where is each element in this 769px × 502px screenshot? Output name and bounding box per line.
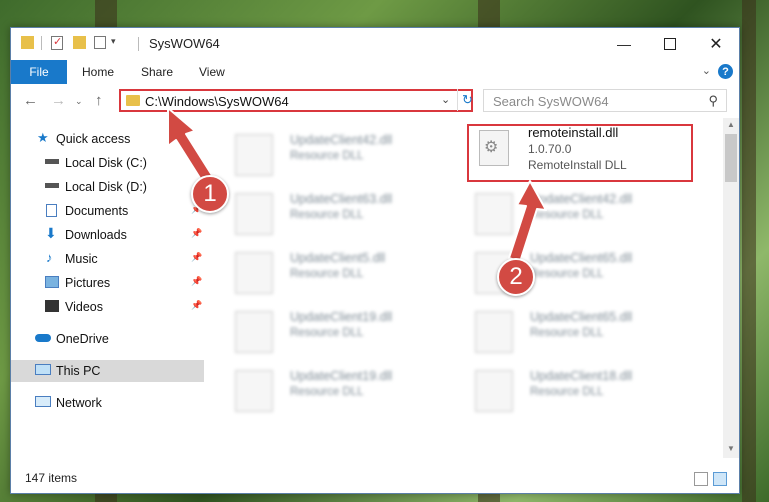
tab-share[interactable]: Share [141, 65, 173, 79]
pin-icon[interactable]: 📌 [191, 156, 202, 167]
expand-ribbon-icon[interactable]: ⌄ [702, 64, 711, 77]
callout-2: 2 [497, 258, 535, 296]
tab-file[interactable]: File [11, 60, 67, 84]
ribbon-tabs: File Home Share View ⌄ ? [11, 60, 739, 85]
drive-icon [45, 159, 59, 164]
recent-locations-icon[interactable]: ⌄ [75, 96, 83, 107]
dll-file-icon [235, 193, 273, 235]
close-button[interactable]: ✕ [693, 28, 739, 60]
drive-icon [45, 183, 59, 188]
file-item[interactable]: UpdateClient63.dll Resource DLL [225, 185, 445, 235]
dll-file-icon [235, 134, 273, 176]
documents-icon [46, 204, 57, 217]
sidebar-item-downloads[interactable]: ⬇ Downloads 📌 [11, 224, 204, 246]
status-bar: 147 items [11, 465, 739, 493]
highlight-box [467, 124, 693, 182]
pictures-icon [45, 276, 59, 288]
background-tree [742, 0, 756, 502]
dll-file-icon [235, 311, 273, 353]
sidebar-item-onedrive[interactable]: OneDrive [11, 328, 204, 350]
address-text[interactable]: C:\Windows\SysWOW64 [145, 94, 289, 109]
file-item[interactable]: UpdateClient65.dll Resource DLL [465, 303, 685, 353]
folder-icon [126, 95, 140, 106]
sidebar-item-network[interactable]: Network [11, 392, 204, 414]
file-item[interactable]: UpdateClient19.dll Resource DLL [225, 362, 445, 412]
close-icon: ✕ [709, 36, 723, 53]
pin-icon[interactable]: 📌 [191, 276, 202, 287]
help-icon[interactable]: ? [718, 64, 733, 79]
maximize-button[interactable] [647, 28, 693, 60]
customize-toolbar-icon[interactable] [94, 36, 106, 49]
file-item[interactable]: UpdateClient5.dll Resource DLL [225, 244, 445, 294]
file-item[interactable]: UpdateClient42.dll Resource DLL [465, 185, 685, 235]
forward-icon[interactable]: → [51, 92, 66, 109]
dll-file-icon [235, 252, 273, 294]
folder-icon [21, 36, 34, 49]
sidebar-item-quick-access[interactable]: ★ Quick access [11, 128, 204, 150]
pin-icon[interactable]: 📌 [191, 300, 202, 311]
search-input[interactable]: Search SysWOW64 [493, 94, 609, 109]
up-icon[interactable]: ↑ [95, 92, 103, 109]
cloud-icon [35, 334, 51, 342]
search-icon[interactable]: ⚲ [708, 93, 718, 109]
file-item[interactable]: UpdateClient18.dll Resource DLL [465, 362, 685, 412]
address-bar[interactable]: C:\Windows\SysWOW64 ⌄ ↻ [119, 89, 473, 112]
qa-dropdown-icon[interactable]: ▾ [111, 36, 116, 47]
search-box[interactable]: Search SysWOW64 ⚲ [483, 89, 727, 112]
navigation-bar: ← → ⌄ ↑ C:\Windows\SysWOW64 ⌄ ↻ Search S… [11, 84, 739, 118]
music-icon: ♪ [46, 250, 53, 265]
scroll-thumb[interactable] [725, 134, 737, 182]
tab-home[interactable]: Home [82, 65, 114, 79]
pin-icon[interactable]: 📌 [191, 252, 202, 263]
item-count: 147 items [25, 471, 78, 485]
large-icons-view-icon[interactable] [713, 472, 727, 486]
sidebar-item-local-disk-d[interactable]: Local Disk (D:) [11, 176, 204, 198]
navigation-pane: ★ Quick access Local Disk (C:) 📌 Local D… [11, 118, 204, 458]
sidebar-item-pictures[interactable]: Pictures 📌 [11, 272, 204, 294]
minimize-icon: — [617, 36, 631, 52]
new-folder-icon[interactable] [73, 36, 86, 49]
sidebar-item-music[interactable]: ♪ Music 📌 [11, 248, 204, 270]
properties-icon[interactable]: ✓ [51, 36, 63, 50]
chevron-down-icon[interactable]: ⌄ [441, 93, 450, 106]
tab-view[interactable]: View [199, 65, 225, 79]
divider [138, 37, 139, 51]
sidebar-item-this-pc[interactable]: This PC [11, 360, 204, 382]
maximize-icon [664, 38, 676, 50]
scroll-up-icon[interactable]: ▲ [723, 120, 739, 132]
file-item[interactable]: UpdateClient42.dll Resource DLL [225, 126, 445, 176]
videos-icon [45, 300, 59, 312]
back-icon[interactable]: ← [23, 92, 38, 109]
dll-file-icon [475, 193, 513, 235]
window-title: SysWOW64 [149, 36, 220, 51]
dll-file-icon [475, 370, 513, 412]
downloads-icon: ⬇ [45, 225, 57, 241]
sidebar-item-videos[interactable]: Videos 📌 [11, 296, 204, 318]
vertical-scrollbar[interactable]: ▲ ▼ [723, 118, 739, 458]
callout-1: 1 [191, 175, 229, 213]
network-icon [35, 396, 51, 407]
file-item[interactable]: UpdateClient19.dll Resource DLL [225, 303, 445, 353]
pin-icon[interactable]: 📌 [191, 228, 202, 239]
explorer-window: ✓ ▾ SysWOW64 — ✕ File Home Share View ⌄ … [10, 27, 740, 494]
title-bar: ✓ ▾ SysWOW64 — ✕ [11, 28, 739, 60]
star-icon: ★ [37, 130, 49, 145]
sidebar-item-documents[interactable]: Documents 📌 [11, 200, 204, 222]
sidebar-item-local-disk-c[interactable]: Local Disk (C:) 📌 [11, 152, 204, 174]
refresh-icon[interactable]: ↻ [457, 89, 477, 111]
divider [41, 36, 42, 50]
minimize-button[interactable]: — [601, 28, 647, 60]
details-view-icon[interactable] [694, 472, 708, 486]
computer-icon [35, 364, 51, 375]
dll-file-icon [235, 370, 273, 412]
scroll-down-icon[interactable]: ▼ [723, 444, 739, 456]
dll-file-icon [475, 311, 513, 353]
